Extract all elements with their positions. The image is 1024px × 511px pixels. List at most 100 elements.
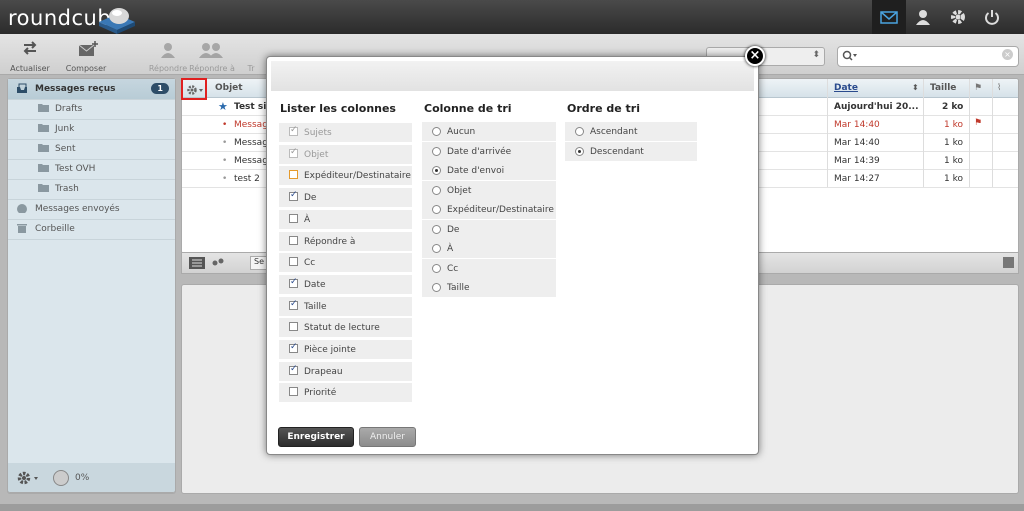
contacts-tab[interactable] <box>906 0 940 34</box>
column-option[interactable]: Répondre à <box>279 231 412 251</box>
folder-drafts[interactable]: Drafts <box>8 99 175 120</box>
columns-list-title: Lister les colonnes <box>280 102 396 115</box>
column-header-size[interactable]: Taille <box>930 83 956 93</box>
radio-button[interactable] <box>432 263 441 273</box>
search-input[interactable]: × <box>837 46 1019 67</box>
radio-button[interactable] <box>432 205 441 214</box>
checkbox[interactable] <box>289 387 298 397</box>
checkbox <box>289 147 298 158</box>
radio-button[interactable] <box>432 283 441 292</box>
select-arrow-icon: ⬍ <box>812 50 820 60</box>
sort-order-label: Descendant <box>590 146 644 157</box>
folder-corbeille[interactable]: Corbeille <box>8 219 175 240</box>
sort-column-label: Expéditeur/Destinataire <box>447 205 554 215</box>
sort-column-option[interactable]: De <box>422 219 556 239</box>
sort-column-option[interactable]: Expéditeur/Destinataire <box>422 200 556 219</box>
radio-button[interactable] <box>432 146 441 156</box>
reply-all-button[interactable]: Répondre à <box>184 36 240 73</box>
checkbox[interactable] <box>289 213 298 223</box>
folder-sent-messages[interactable]: Messages envoyés <box>8 199 175 220</box>
radio-button[interactable] <box>575 127 584 136</box>
cancel-button[interactable]: Annuler <box>359 427 416 447</box>
folder-actions-gear-icon[interactable] <box>16 470 40 486</box>
status-bar <box>0 504 1024 511</box>
column-option-label: Taille <box>304 301 327 312</box>
column-header-subject[interactable]: Objet <box>215 83 243 93</box>
folder-sent[interactable]: Sent <box>8 139 175 160</box>
toggle-preview-icon[interactable] <box>1003 257 1014 268</box>
checkbox[interactable] <box>289 170 298 180</box>
radio-button[interactable] <box>432 185 441 195</box>
sort-order-option[interactable]: Ascendant <box>565 122 697 141</box>
column-header-date[interactable]: Date <box>834 83 858 93</box>
checkbox[interactable] <box>289 322 298 332</box>
sort-column-label: Aucun <box>447 127 476 137</box>
column-option[interactable]: Statut de lecture <box>279 318 412 338</box>
reply-all-icon <box>199 43 223 58</box>
checkbox[interactable] <box>289 235 298 245</box>
sort-order-option[interactable]: Descendant <box>565 141 697 161</box>
logout-button[interactable] <box>975 0 1009 34</box>
folder-test-ovh[interactable]: Test OVH <box>8 159 175 180</box>
column-option[interactable]: Priorité <box>279 383 412 403</box>
sort-column-option[interactable]: À <box>422 239 556 258</box>
radio-button[interactable] <box>432 224 441 234</box>
forward-button[interactable]: Tr <box>236 36 266 73</box>
sort-column-label: Date d'arrivée <box>447 146 512 157</box>
column-option[interactable]: Taille <box>279 296 412 316</box>
folder-junk[interactable]: Junk <box>8 119 175 140</box>
column-option[interactable]: Pièce jointe <box>279 340 412 359</box>
sort-column-option[interactable]: Date d'envoi <box>422 161 556 180</box>
folder-trash[interactable]: Trash <box>8 179 175 200</box>
reply-icon <box>161 43 175 58</box>
checkbox[interactable] <box>289 257 298 267</box>
unread-badge: 1 <box>151 83 169 94</box>
mail-tab[interactable] <box>872 0 906 34</box>
column-divider <box>992 79 993 187</box>
sort-column-option[interactable]: Taille <box>422 278 556 297</box>
sort-column-option[interactable]: Date d'arrivée <box>422 141 556 161</box>
flag-column-icon[interactable]: ⚑ <box>974 83 982 93</box>
flag-icon[interactable]: ⚑ <box>974 118 982 128</box>
column-option-label: Date <box>304 279 326 290</box>
radio-button[interactable] <box>432 166 441 175</box>
gear-icon <box>951 10 965 24</box>
dialog-titlebar[interactable] <box>271 61 754 91</box>
checkbox[interactable] <box>289 364 298 375</box>
column-option[interactable]: De <box>279 188 412 208</box>
checkbox[interactable] <box>289 299 298 310</box>
column-option[interactable]: Drapeau <box>279 361 412 381</box>
column-option[interactable]: Expéditeur/Destinataire <box>279 166 412 186</box>
checkbox[interactable] <box>289 190 298 202</box>
checkbox[interactable] <box>289 277 298 288</box>
bullet-icon: • <box>222 156 228 166</box>
list-options-menu-button[interactable] <box>181 78 207 100</box>
clear-search-icon[interactable]: × <box>1002 49 1013 60</box>
refresh-button[interactable]: Actualiser <box>2 36 58 73</box>
sort-column-option[interactable]: Cc <box>422 258 556 278</box>
radio-button[interactable] <box>432 127 441 136</box>
threads-icon[interactable] <box>212 257 224 267</box>
column-option[interactable]: Date <box>279 274 412 294</box>
folder-icon <box>38 124 49 132</box>
compose-button[interactable]: Composer <box>58 36 114 73</box>
column-option[interactable]: À <box>279 209 412 229</box>
dialog-close-button[interactable]: × <box>745 46 765 66</box>
sidebar-footer: 0% <box>7 463 176 493</box>
radio-button[interactable] <box>432 244 441 253</box>
radio-button[interactable] <box>575 146 584 156</box>
star-icon[interactable]: ★ <box>218 100 228 113</box>
save-button[interactable]: Enregistrer <box>278 427 354 447</box>
list-view-icon[interactable] <box>189 257 205 269</box>
attachment-column-icon[interactable]: ⌇ <box>997 83 1001 93</box>
folder-inbox[interactable]: Messages reçus 1 <box>8 79 175 100</box>
column-option-label: Priorité <box>304 388 337 399</box>
checkbox <box>289 125 298 136</box>
column-option-label: Sujets <box>304 128 332 138</box>
sort-column-option[interactable]: Objet <box>422 180 556 200</box>
checkbox[interactable] <box>289 342 298 353</box>
bullet-icon: • <box>222 138 228 148</box>
column-option[interactable]: Cc <box>279 253 412 273</box>
sort-column-option[interactable]: Aucun <box>422 122 556 141</box>
settings-tab[interactable] <box>941 0 975 34</box>
